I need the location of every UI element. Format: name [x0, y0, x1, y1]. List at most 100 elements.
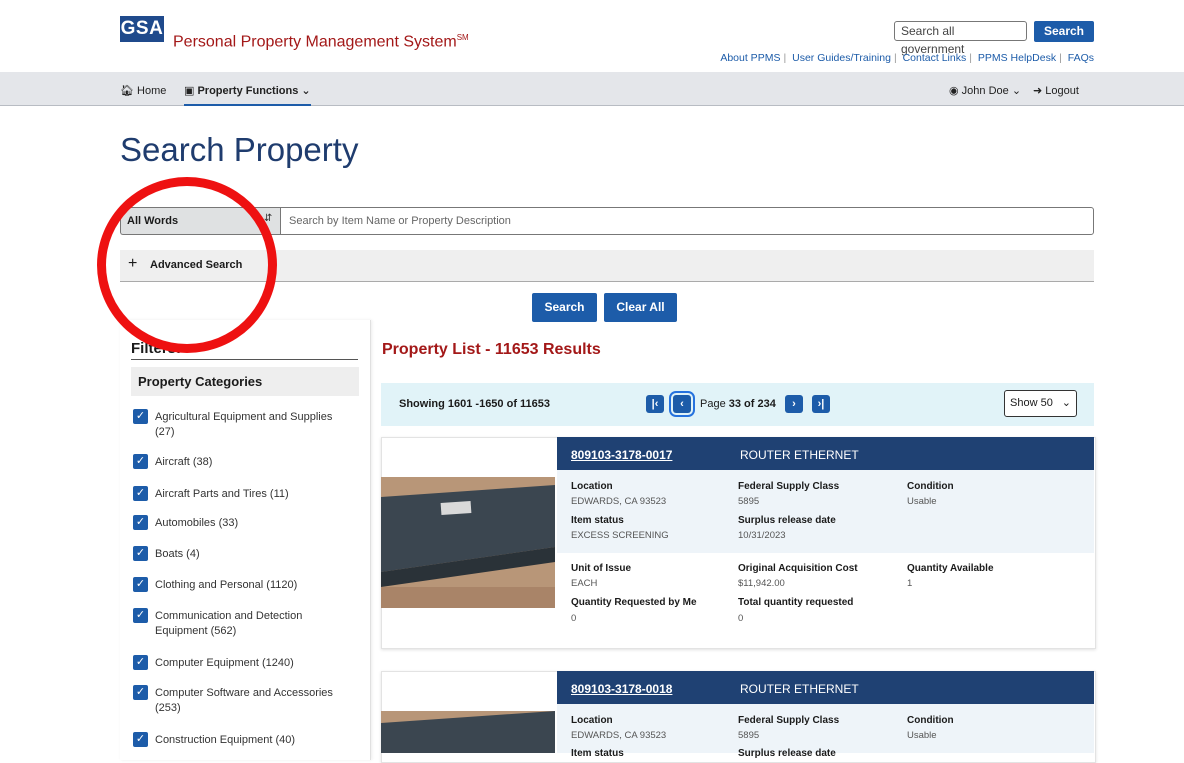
category-label: Clothing and Personal (1120) [155, 579, 298, 591]
category-label: Construction Equipment (40) [155, 734, 296, 746]
product-thumbnail[interactable] [381, 477, 555, 608]
category-label: Computer Software and Accessories (253) [155, 687, 333, 714]
condition-value: Usable [907, 496, 937, 507]
nav-home[interactable]: 🏠︎ Home [120, 84, 166, 97]
nav-user-label: John Doe [961, 85, 1009, 97]
page-size-value: Show 50 [1010, 397, 1053, 409]
checkbox-checked-icon[interactable]: ✓ [133, 685, 148, 700]
clear-all-button[interactable]: Clear All [604, 293, 677, 322]
next-page-icon[interactable]: › [785, 395, 803, 413]
unit-value: EACH [571, 578, 598, 589]
showing-count: Showing 1601 -1650 of 11653 [399, 398, 551, 410]
fsc-value: 5895 [738, 496, 760, 507]
location-label: Location [571, 715, 613, 726]
router-photo-icon [381, 711, 555, 753]
unit-label: Unit of Issue [571, 563, 632, 574]
total-requested-value: 0 [738, 613, 744, 624]
chevron-down-icon: ⌄ [1011, 85, 1022, 97]
acquisition-cost-value: $11,942.00 [738, 578, 785, 589]
page-indicator: Page 33 of 234 [700, 398, 776, 410]
nav-logout[interactable]: ➜ Logout [1033, 84, 1079, 97]
location-label: Location [571, 481, 613, 492]
router-photo-icon [381, 477, 555, 608]
condition-value: Usable [907, 730, 937, 741]
category-label: Computer Equipment (1240) [155, 657, 294, 669]
product-thumbnail[interactable] [381, 711, 555, 753]
nav-property-functions-label: Property Functions [197, 85, 299, 97]
top-links: About PPMS | User Guides/Training | Contac… [720, 52, 1094, 64]
condition-label: Condition [907, 715, 954, 726]
checkbox-checked-icon[interactable]: ✓ [133, 515, 148, 530]
divider [131, 359, 358, 360]
page-title: Search Property [120, 131, 359, 168]
page-size-select[interactable]: Show 50 ⌄ [1004, 390, 1077, 417]
release-date-label: Surplus release date [738, 515, 836, 526]
last-page-icon[interactable]: ›| [812, 395, 830, 413]
nav-home-label: Home [137, 85, 167, 97]
category-label: Communication and Detection Equipment (56… [155, 610, 303, 637]
app-title-text: Personal Property Management System [173, 33, 457, 51]
link-user-guides[interactable]: User Guides/Training [792, 52, 891, 64]
acquisition-cost-label: Original Acquisition Cost [738, 563, 858, 574]
gov-search-button[interactable]: Search [1034, 21, 1094, 42]
first-page-icon[interactable]: |‹ [646, 395, 664, 413]
property-id-link[interactable]: 809103-3178-0017 [571, 448, 672, 462]
quantity-available-label: Quantity Available [907, 563, 994, 574]
card-details-primary [557, 704, 1094, 753]
user-circle-icon: ◉ [949, 85, 959, 97]
search-input[interactable]: Search by Item Name or Property Descript… [280, 207, 1094, 235]
condition-label: Condition [907, 481, 954, 492]
property-id-link[interactable]: 809103-3178-0018 [571, 682, 672, 696]
link-helpdesk[interactable]: PPMS HelpDesk [978, 52, 1056, 64]
checkbox-checked-icon[interactable]: ✓ [133, 454, 148, 469]
logout-icon: ➜ [1033, 85, 1043, 97]
category-label: Boats (4) [155, 548, 200, 560]
nav-property-functions[interactable]: ▣ Property Functions ⌄ [184, 84, 311, 106]
category-label: Agricultural Equipment and Supplies (27) [155, 411, 333, 438]
link-faqs[interactable]: FAQs [1068, 52, 1094, 64]
category-label: Aircraft Parts and Tires (11) [155, 488, 289, 500]
requested-by-me-value: 0 [571, 613, 577, 624]
home-icon: 🏠︎ [120, 85, 134, 97]
fsc-label: Federal Supply Class [738, 715, 840, 726]
nav-logout-label: Logout [1045, 85, 1079, 97]
location-value: EDWARDS, CA 93523 [571, 496, 667, 507]
checkbox-checked-icon[interactable]: ✓ [133, 655, 148, 670]
nav-user-menu[interactable]: ◉ John Doe ⌄ [949, 84, 1021, 97]
chevron-down-icon: ⌄ [301, 85, 311, 97]
item-status-label: Item status [571, 515, 624, 526]
service-mark: SM [456, 33, 469, 42]
checkbox-checked-icon[interactable]: ✓ [133, 732, 148, 747]
category-label: Aircraft (38) [155, 456, 213, 468]
search-button[interactable]: Search [532, 293, 597, 322]
property-name: ROUTER ETHERNET [740, 448, 859, 462]
folder-icon: ▣ [184, 85, 195, 97]
property-categories-heading[interactable]: Property Categories [131, 367, 359, 396]
item-status-label: Item status [571, 748, 624, 759]
link-contact[interactable]: Contact Links [903, 52, 967, 64]
checkbox-checked-icon[interactable]: ✓ [133, 409, 148, 424]
item-status-value: EXCESS SCREENING [571, 530, 669, 541]
prev-page-icon[interactable]: ‹ [669, 391, 695, 417]
total-requested-label: Total quantity requested [738, 597, 854, 608]
app-title: Personal Property Management SystemSM [173, 33, 469, 51]
fsc-label: Federal Supply Class [738, 481, 840, 492]
checkbox-checked-icon[interactable]: ✓ [133, 486, 148, 501]
checkbox-checked-icon[interactable]: ✓ [133, 546, 148, 561]
link-about[interactable]: About PPMS [720, 52, 780, 64]
fsc-value: 5895 [738, 730, 760, 741]
location-value: EDWARDS, CA 93523 [571, 730, 667, 741]
checkbox-checked-icon[interactable]: ✓ [133, 577, 148, 592]
checkbox-checked-icon[interactable]: ✓ [133, 608, 148, 623]
release-date-label: Surplus release date [738, 748, 836, 759]
quantity-available-value: 1 [907, 578, 913, 589]
category-label: Automobiles (33) [155, 517, 239, 529]
requested-by-me-label: Quantity Requested by Me [571, 597, 697, 608]
chevron-down-icon: ⌄ [1061, 397, 1071, 409]
results-heading: Property List - 11653 Results [382, 341, 601, 358]
annotation-circle [97, 177, 277, 353]
property-name: ROUTER ETHERNET [740, 682, 859, 696]
gov-search-input[interactable]: Search all government [894, 21, 1027, 56]
release-date-value: 10/31/2023 [738, 530, 786, 541]
gsa-logo[interactable]: GSA [120, 16, 164, 42]
